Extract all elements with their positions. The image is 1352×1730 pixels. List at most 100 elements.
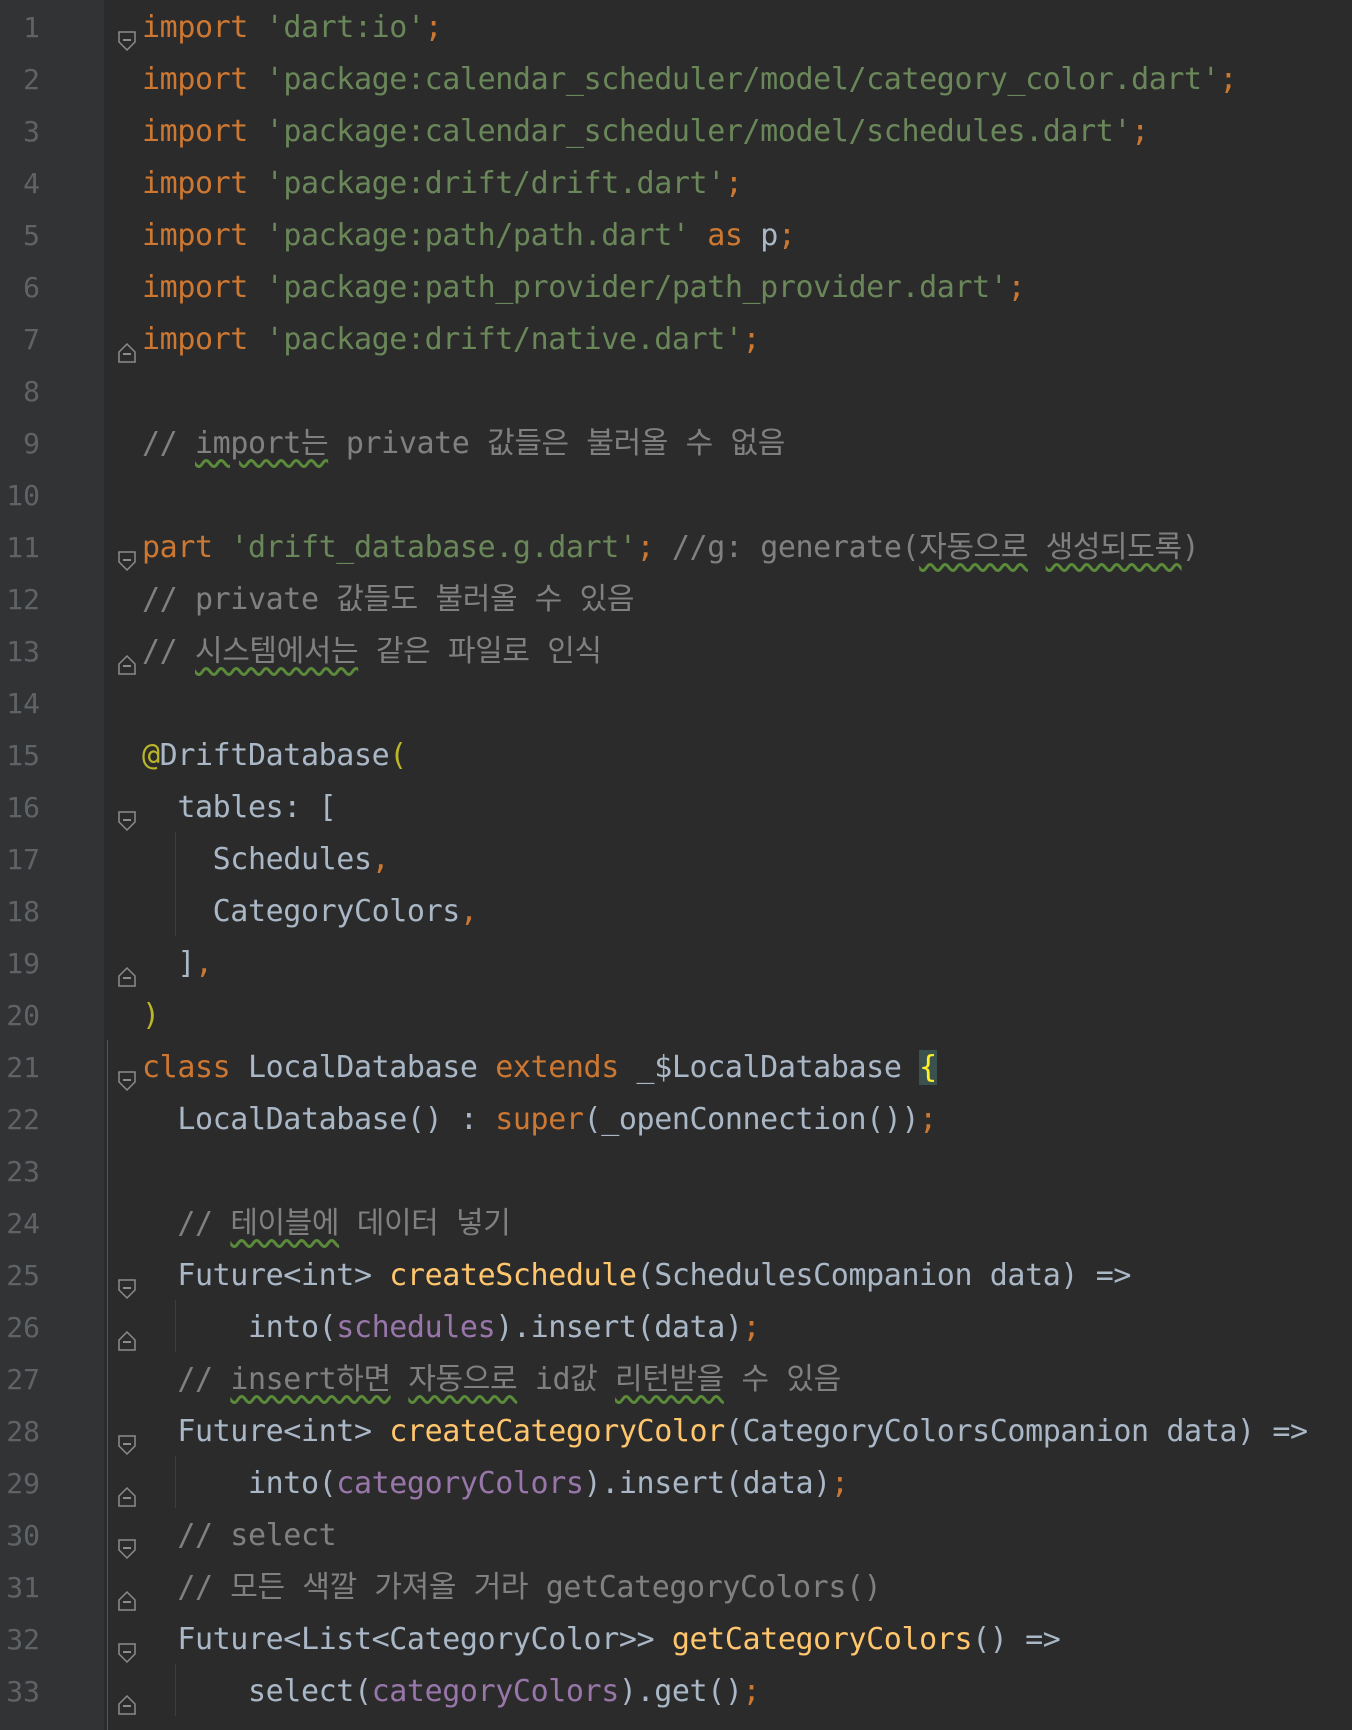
code-line[interactable]: 32 Future<List<CategoryColor>> getCatego… [0,1614,1352,1666]
matched-brace: { [919,1050,937,1085]
code-line[interactable]: 20) [0,990,1352,1042]
code-token: _$LocalDatabase [618,1050,920,1085]
code-token: ; [742,1674,761,1709]
code-text: LocalDatabase() : super(_openConnection(… [142,1094,937,1146]
code-token: // select [142,1518,337,1553]
code-line[interactable]: 28 Future<int> createCategoryColor(Categ… [0,1406,1352,1458]
code-line[interactable]: 4 import 'package:drift/drift.dart'; [0,158,1352,210]
code-token: ; [424,10,443,45]
fold-end-icon[interactable] [117,953,137,987]
fold-start-icon[interactable] [117,537,137,572]
code-text: CategoryColors, [142,886,478,938]
code-line[interactable]: 15 @DriftDatabase( [0,730,1352,782]
code-text: // insert하면 자동으로 id값 리턴받을 수 있음 [142,1354,841,1406]
code-token: createCategoryColor [389,1414,725,1449]
code-token: () => [972,1622,1061,1657]
line-number: 17 [6,843,40,876]
code-line[interactable]: 3 import 'package:calendar_scheduler/mode… [0,106,1352,158]
code-line[interactable]: 33 select(categoryColors).get(); [0,1666,1352,1718]
line-number: 23 [6,1155,40,1188]
code-line[interactable]: 17 Schedules, [0,834,1352,886]
code-line[interactable]: 12 // private 값들도 불러올 수 있음 [0,574,1352,626]
code-editor[interactable]: 1 import 'dart:io'; 2 import 'package:calen… [0,0,1352,1730]
code-text: import 'package:calendar_scheduler/model… [142,54,1237,106]
code-token: 'package:path_provider/path_provider.dar… [265,270,1008,305]
line-number: 21 [6,1051,40,1084]
code-token: getCategoryColors [671,1622,973,1657]
code-text: // private 값들도 불러올 수 있음 [142,574,634,626]
code-line[interactable]: 24 // 테이블에 데이터 넣기 [0,1198,1352,1250]
code-line[interactable]: 9 // import는 private 값들은 불러올 수 없음 [0,418,1352,470]
code-token: ) [142,998,160,1033]
code-token: import [142,270,248,305]
code-line[interactable]: 2 import 'package:calendar_scheduler/mode… [0,54,1352,106]
line-number: 19 [6,947,40,980]
code-line[interactable]: 18 CategoryColors, [0,886,1352,938]
fold-start-icon[interactable] [117,1265,137,1300]
code-token: // [142,1206,231,1241]
code-line[interactable]: 27 // insert하면 자동으로 id값 리턴받을 수 있음 [0,1354,1352,1406]
code-line[interactable]: 11 part 'drift_database.g.dart'; //g: gen… [0,522,1352,574]
code-line[interactable]: 19 ], [0,938,1352,990]
fold-end-icon[interactable] [117,329,137,363]
spellcheck-token: 테이블에 [230,1206,340,1241]
code-text: Future<int> createSchedule(SchedulesComp… [142,1250,1131,1302]
code-line[interactable]: 16 tables: [ [0,782,1352,834]
line-number: 18 [6,895,40,928]
line-number: 1 [23,11,40,44]
fold-end-icon[interactable] [117,1681,137,1715]
code-token: categoryColors [371,1674,620,1709]
code-text: import 'package:path_provider/path_provi… [142,262,1026,314]
spellcheck-token: 시스템에서는 [195,634,359,669]
code-line[interactable]: 1 import 'dart:io'; [0,2,1352,54]
fold-start-icon[interactable] [117,1421,137,1456]
fold-end-icon[interactable] [117,1473,137,1507]
code-line[interactable]: 31 // 모든 색깔 가져올 거라 getCategoryColors() [0,1562,1352,1614]
fold-start-icon[interactable] [117,797,137,832]
code-line[interactable]: 7 import 'package:drift/native.dart'; [0,314,1352,366]
code-line[interactable]: 25 Future<int> createSchedule(SchedulesC… [0,1250,1352,1302]
code-token: Future<List<CategoryColor>> [142,1622,672,1657]
fold-start-icon[interactable] [117,1629,137,1664]
code-line[interactable]: 5 import 'package:path/path.dart' as p; [0,210,1352,262]
code-token: class [142,1050,231,1085]
code-line[interactable]: 14 [0,678,1352,730]
code-line[interactable]: 21 class LocalDatabase extends _$LocalDat… [0,1042,1352,1094]
code-line[interactable]: 13 // 시스템에서는 같은 파일로 인식 [0,626,1352,678]
fold-end-icon[interactable] [117,641,137,675]
code-token: ; [724,166,743,201]
code-text: part 'drift_database.g.dart'; //g: gener… [142,522,1200,574]
line-number: 6 [23,271,40,304]
code-text: @DriftDatabase( [142,730,407,782]
fold-start-icon[interactable] [117,17,137,52]
code-text: // import는 private 값들은 불러올 수 없음 [142,418,785,470]
code-line[interactable]: 8 [0,366,1352,418]
fold-start-icon[interactable] [117,1057,137,1092]
code-line[interactable]: 30 // select [0,1510,1352,1562]
code-token: ; [742,1310,761,1345]
fold-end-icon[interactable] [117,1577,137,1611]
code-line[interactable]: 26 into(schedules).insert(data); [0,1302,1352,1354]
code-text: // 시스템에서는 같은 파일로 인식 [142,626,602,678]
spellcheck-token: import는 [195,426,329,461]
fold-start-icon[interactable] [117,1525,137,1560]
line-number: 32 [6,1623,40,1656]
code-line[interactable]: 22 LocalDatabase() : super(_openConnecti… [0,1094,1352,1146]
code-token: , [459,894,478,929]
code-line[interactable]: 29 into(categoryColors).insert(data); [0,1458,1352,1510]
code-token: import [142,62,248,97]
code-line[interactable]: 6 import 'package:path_provider/path_prov… [0,262,1352,314]
code-line[interactable]: 10 [0,470,1352,522]
line-number: 12 [6,583,40,616]
fold-end-icon[interactable] [117,1317,137,1351]
code-token: into( [142,1466,337,1501]
line-number: 3 [23,115,40,148]
code-token: ] [142,946,195,981]
spellcheck-token: insert하면 [230,1362,391,1397]
code-token: import [142,114,248,149]
code-line[interactable]: 23 [0,1146,1352,1198]
line-number: 5 [23,219,40,252]
